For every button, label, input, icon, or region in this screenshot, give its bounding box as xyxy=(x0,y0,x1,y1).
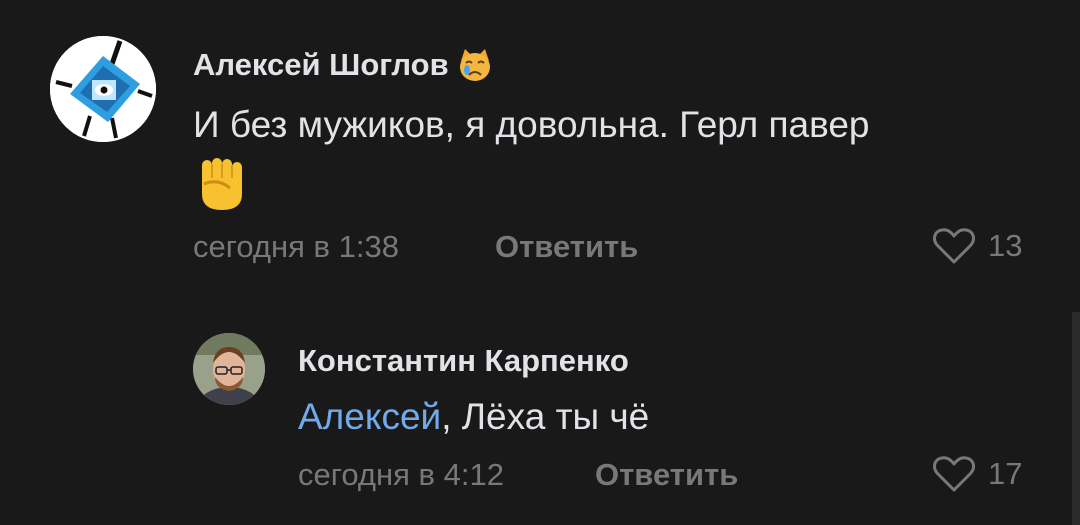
author-name: Алексей Шоглов xyxy=(193,47,449,82)
comment-timestamp: сегодня в 1:38 xyxy=(193,229,399,264)
author-name: Константин Карпенко xyxy=(298,343,629,378)
comment-author[interactable]: Алексей Шоглов xyxy=(193,47,493,83)
avatar[interactable] xyxy=(193,333,265,405)
raised-fist-emoji-icon xyxy=(196,156,248,212)
comment-author[interactable]: Константин Карпенко xyxy=(298,343,629,379)
comment-timestamp: сегодня в 4:12 xyxy=(298,457,504,492)
comment-text: Алексей, Лёха ты чё xyxy=(298,396,649,438)
reply-button[interactable]: Ответить xyxy=(495,229,638,265)
like-button[interactable]: 17 xyxy=(932,454,1022,494)
comments-screen: Алексей Шоглов И без мужиков, я довольна… xyxy=(0,0,1080,525)
like-count: 17 xyxy=(988,456,1023,491)
avatar-image xyxy=(50,36,156,142)
comment-text: И без мужиков, я довольна. Герл павер xyxy=(193,104,870,145)
reply-comment-item: Константин Карпенко Алексей, Лёха ты чё … xyxy=(0,300,1080,525)
crying-cat-emoji-icon xyxy=(457,47,493,83)
heart-outline-icon xyxy=(933,456,975,492)
mention-link[interactable]: Алексей xyxy=(298,396,441,437)
avatar[interactable] xyxy=(50,36,156,142)
reply-button[interactable]: Ответить xyxy=(595,457,738,493)
scrollbar[interactable] xyxy=(1072,312,1080,525)
comment-text-rest: , Лёха ты чё xyxy=(441,396,650,437)
avatar-image xyxy=(193,333,265,405)
like-button[interactable]: 13 xyxy=(932,226,1022,266)
like-count: 13 xyxy=(988,228,1023,263)
heart-outline-icon xyxy=(933,228,975,264)
comment-item: Алексей Шоглов И без мужиков, я довольна… xyxy=(0,0,1080,290)
